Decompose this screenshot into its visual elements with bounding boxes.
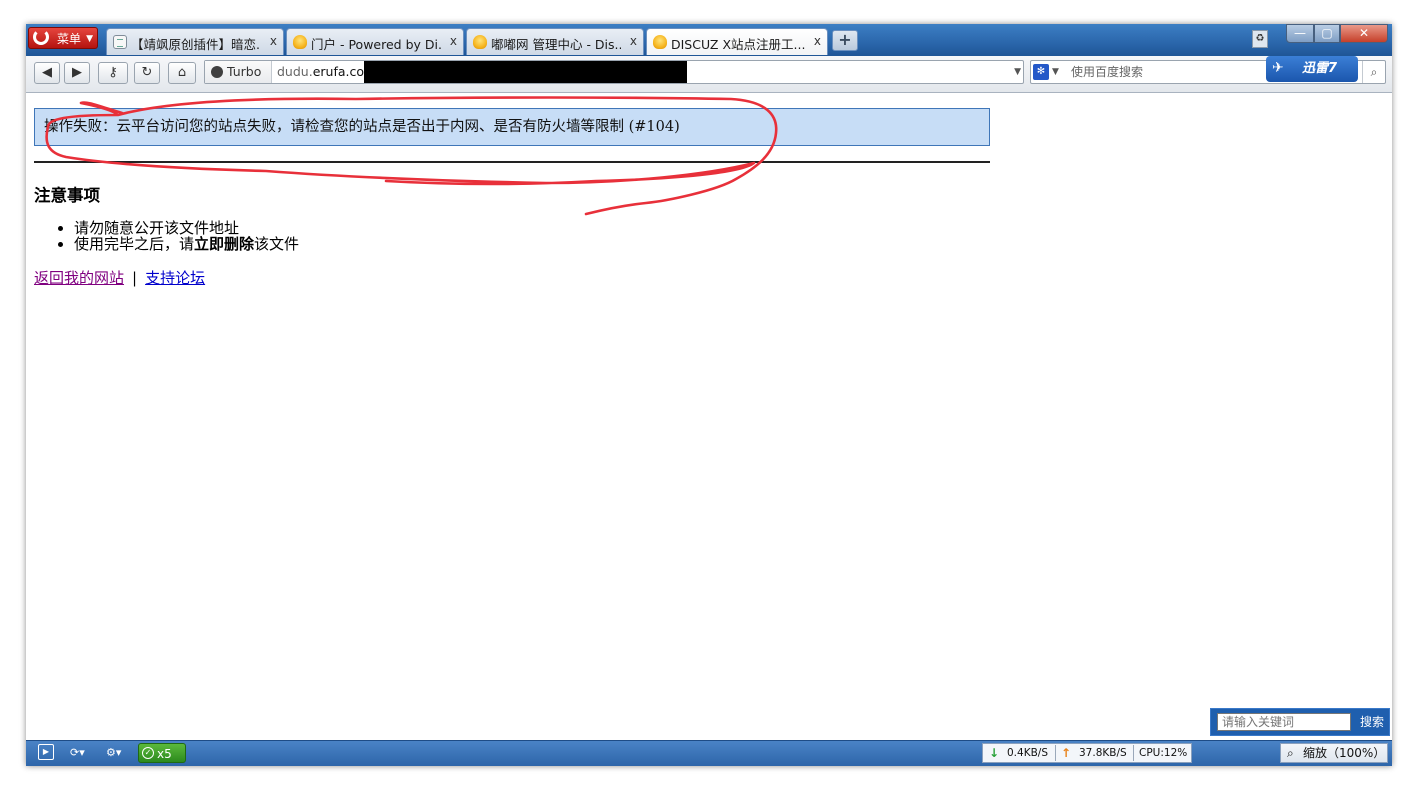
tab-title: 嘟嘟网 管理中心 - Dis...: [491, 37, 621, 52]
notice-item-emphasis: 立即删除: [194, 235, 255, 253]
page-icon: [113, 35, 127, 49]
chevron-down-icon: ▼: [86, 34, 93, 44]
baidu-paw-icon: ✻: [1033, 64, 1049, 80]
xunlei-bird-icon: ✈: [1272, 60, 1284, 76]
url-text[interactable]: dudu.erufa.com: [277, 61, 376, 83]
opera-logo-icon: [33, 29, 49, 45]
discuz-icon: [653, 35, 667, 49]
notice-item-text: 使用完毕之后，请: [74, 235, 195, 253]
reload-icon[interactable]: ↻: [134, 62, 160, 84]
list-item: 使用完毕之后，请立即删除该文件: [74, 236, 299, 252]
red-annotation-circle: [45, 96, 778, 216]
upload-speed: 37.8KB/S: [1079, 747, 1127, 759]
tab-close-icon[interactable]: x: [450, 34, 457, 48]
keyword-input[interactable]: [1217, 713, 1351, 731]
xunlei-label: 迅雷7: [1302, 61, 1338, 76]
navigation-toolbar: ◀ ▶ ⚷ ↻ ⌂ Turbo dudu.erufa.com ▼ ✻ ▼ 使用百…: [26, 56, 1392, 93]
back-arrow-icon[interactable]: ◀: [34, 62, 60, 84]
forward-arrow-icon[interactable]: ▶: [64, 62, 90, 84]
error-alert: 操作失败：云平台访问您的站点失败，请检查您的站点是否出于内网、是否有防火墙等限制…: [34, 108, 990, 146]
x5-button[interactable]: ✓ x5: [138, 743, 186, 763]
maximize-button[interactable]: ▢: [1314, 24, 1340, 43]
divider: [1055, 745, 1056, 761]
tab-close-icon[interactable]: x: [630, 34, 637, 48]
notice-list: 请勿随意公开该文件地址 使用完毕之后，请立即删除该文件: [56, 220, 299, 252]
network-icon[interactable]: ⚙▾: [106, 744, 121, 762]
address-bar[interactable]: Turbo dudu.erufa.com ▼: [204, 60, 1024, 84]
turbo-label: Turbo: [227, 64, 262, 79]
keyword-search-button[interactable]: 搜索: [1357, 712, 1387, 732]
keyword-search-widget: 搜索: [1210, 708, 1390, 736]
search-placeholder: 使用百度搜索: [1071, 65, 1144, 79]
notice-title: 注意事项: [34, 186, 100, 205]
tab-title: DISCUZ X站点注册工...: [671, 37, 805, 52]
discuz-icon: [473, 35, 487, 49]
browser-window: 菜单 ▼ 【靖飒原创插件】暗恋... x 门户 - Powered by Di.…: [26, 24, 1392, 766]
tab-close-icon[interactable]: x: [270, 34, 277, 48]
divider: [1133, 745, 1134, 761]
back-to-site-link[interactable]: 返回我的网站: [34, 269, 124, 287]
new-tab-button[interactable]: +: [832, 30, 858, 51]
chevron-down-icon[interactable]: ▼: [1014, 61, 1021, 83]
download-speed: 0.4KB/S: [1007, 747, 1048, 759]
download-arrow-icon: ↓: [989, 746, 1000, 760]
zoom-control[interactable]: ⌕ 缩放（100%）: [1280, 743, 1388, 763]
menu-label: 菜单: [57, 32, 82, 46]
divider: [34, 161, 990, 163]
tab-discuz-register[interactable]: DISCUZ X站点注册工... x: [646, 28, 828, 55]
tab-strip: 菜单 ▼ 【靖飒原创插件】暗恋... x 门户 - Powered by Di.…: [26, 24, 1392, 56]
key-icon[interactable]: ⚷: [98, 62, 128, 84]
url-prefix: dudu.: [277, 64, 313, 79]
magnifier-icon: ⌕: [1287, 746, 1294, 760]
cpu-usage: CPU:12%: [1139, 747, 1188, 759]
search-engine-selector[interactable]: ✻ ▼: [1033, 63, 1063, 81]
menu-button[interactable]: 菜单 ▼: [28, 27, 98, 49]
page-content: 操作失败：云平台访问您的站点失败，请检查您的站点是否出于内网、是否有防火墙等限制…: [26, 93, 1392, 740]
tab-title: 门户 - Powered by Di...: [311, 37, 441, 52]
tab-portal[interactable]: 门户 - Powered by Di... x: [286, 28, 464, 55]
tab-plugin[interactable]: 【靖飒原创插件】暗恋... x: [106, 28, 284, 55]
tab-title: 【靖飒原创插件】暗恋...: [131, 37, 261, 52]
chevron-down-icon: ▼: [1052, 67, 1059, 77]
upload-arrow-icon: ↑: [1061, 746, 1072, 760]
trash-icon[interactable]: ♻: [1252, 30, 1268, 48]
panel-toggle-icon[interactable]: ▶: [38, 744, 54, 760]
support-forum-link[interactable]: 支持论坛: [145, 269, 205, 287]
check-circle-icon: ✓: [142, 747, 154, 759]
turbo-icon: [211, 66, 223, 78]
discuz-icon: [293, 35, 307, 49]
redacted-url-path: [364, 61, 687, 83]
sync-icon[interactable]: ⟳▾: [70, 744, 85, 762]
tab-close-icon[interactable]: x: [814, 34, 821, 48]
x5-label: x5: [157, 747, 172, 761]
close-window-button[interactable]: ✕: [1340, 24, 1388, 43]
zoom-level: 缩放（100%）: [1303, 746, 1386, 760]
network-speed-panel: ↓ 0.4KB/S ↑ 37.8KB/S CPU:12%: [982, 743, 1192, 763]
notice-item-text: 该文件: [254, 235, 300, 253]
footer-links: 返回我的网站 | 支持论坛: [34, 267, 205, 288]
home-icon[interactable]: ⌂: [168, 62, 196, 84]
turbo-button[interactable]: Turbo: [205, 61, 272, 83]
status-bar: ▶ ⟳▾ ⚙▾ ✓ x5 ↓ 0.4KB/S ↑ 37.8KB/S CPU:12…: [26, 740, 1392, 766]
link-separator: |: [132, 269, 138, 287]
minimize-button[interactable]: —: [1286, 24, 1314, 43]
list-item: 请勿随意公开该文件地址: [74, 220, 299, 236]
search-icon[interactable]: ⌕: [1362, 61, 1385, 83]
tab-admin-center[interactable]: 嘟嘟网 管理中心 - Dis... x: [466, 28, 644, 55]
xunlei-button[interactable]: ✈ 迅雷7: [1266, 56, 1358, 82]
